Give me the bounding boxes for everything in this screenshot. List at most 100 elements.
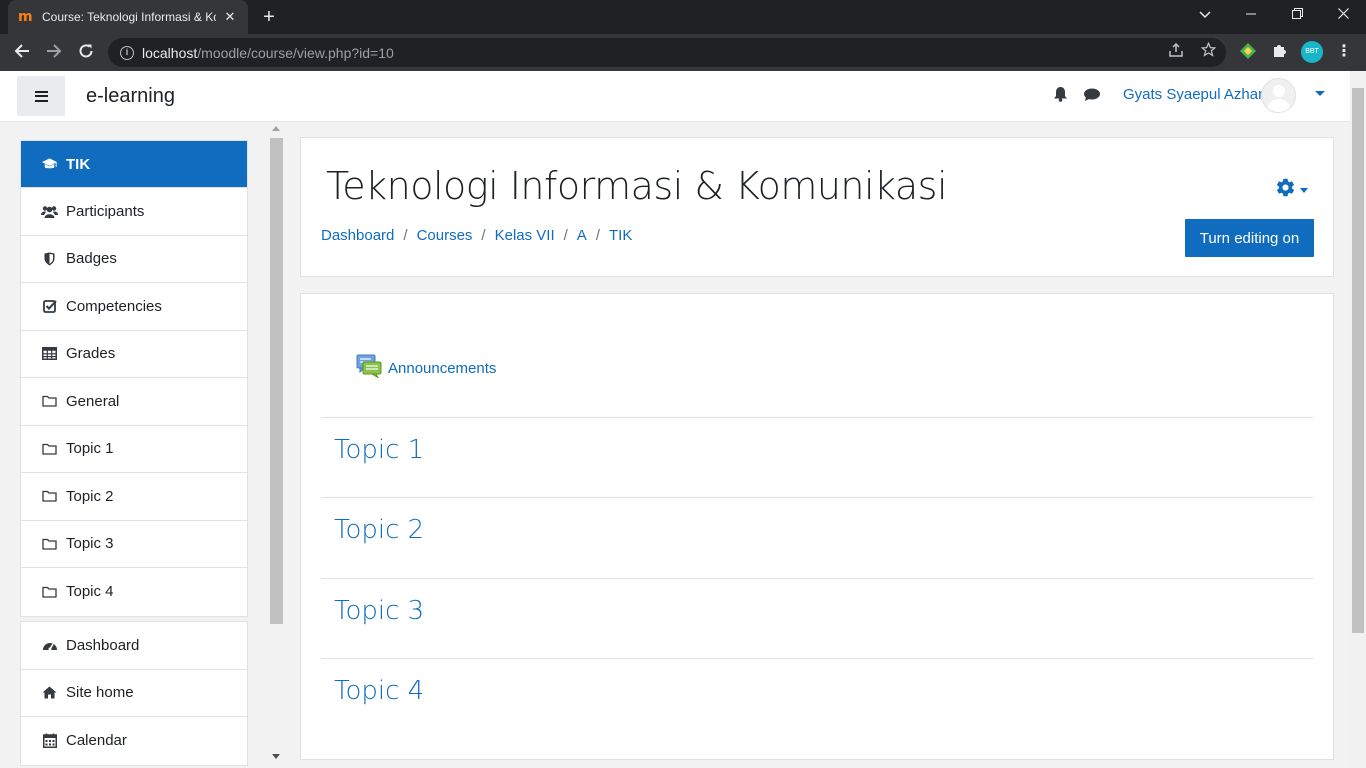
forum-icon xyxy=(356,354,382,383)
minimize-icon[interactable] xyxy=(1228,0,1274,30)
breadcrumb-tik[interactable]: TIK xyxy=(609,227,632,244)
breadcrumb-separator: / xyxy=(481,227,486,244)
course-section-topic-2: Topic 2 xyxy=(321,497,1313,578)
sidebar-item-label: Dashboard xyxy=(66,636,140,654)
window-close-icon[interactable] xyxy=(1320,0,1366,30)
drawer-scrollbar-thumb[interactable] xyxy=(270,138,283,624)
sidebar-item-general[interactable]: General xyxy=(21,378,247,426)
course-section-topic-4: Topic 4 xyxy=(321,658,1313,738)
sidebar-item-label: Topic 4 xyxy=(66,583,114,601)
user-menu-name[interactable]: Gyats Syaepul Azhar xyxy=(1123,86,1263,103)
browser-tab-bar: m Course: Teknologi Informasi & Ko ✕ + xyxy=(0,0,1366,34)
profile-avatar-icon[interactable]: BBT xyxy=(1301,41,1323,63)
breadcrumb-kelas-vii[interactable]: Kelas VII xyxy=(495,227,555,244)
section-title-link[interactable]: Topic 2 xyxy=(334,515,424,545)
back-arrow-icon[interactable] xyxy=(10,41,34,65)
messages-chat-icon[interactable] xyxy=(1082,86,1102,106)
section-title-link[interactable]: Topic 4 xyxy=(334,676,424,706)
table-icon xyxy=(41,347,58,361)
notification-bell-icon[interactable] xyxy=(1050,86,1070,106)
sidebar-item-label: Topic 1 xyxy=(66,440,114,458)
course-nav-list: TIK Participants Badges Competencies Gra… xyxy=(20,140,248,617)
hamburger-icon xyxy=(34,90,48,102)
extension-diamond-icon[interactable] xyxy=(1238,42,1258,62)
sidebar-item-label: TIK xyxy=(66,155,91,173)
sidebar-item-calendar[interactable]: Calendar xyxy=(21,717,247,765)
announcements-activity[interactable]: Announcements xyxy=(356,354,496,383)
breadcrumb-courses[interactable]: Courses xyxy=(417,227,473,244)
restore-icon[interactable] xyxy=(1274,0,1320,30)
site-info-icon[interactable]: i xyxy=(120,45,134,60)
sidebar-item-label: Site home xyxy=(66,684,134,702)
sidebar-item-grades[interactable]: Grades xyxy=(21,331,247,378)
forward-arrow-icon[interactable] xyxy=(42,41,66,65)
browser-toolbar: i localhost/moodle/course/view.php?id=10… xyxy=(0,34,1366,71)
sidebar-item-badges[interactable]: Badges xyxy=(21,236,247,283)
folder-icon xyxy=(41,395,58,407)
drawer-scrollbar[interactable] xyxy=(268,122,285,768)
sidebar-item-label: Topic 2 xyxy=(66,487,114,505)
shield-icon xyxy=(41,252,58,266)
course-section-topic-1: Topic 1 xyxy=(321,417,1313,498)
breadcrumb-separator: / xyxy=(595,227,600,244)
sidebar-item-label: General xyxy=(66,392,120,410)
tab-search-icon[interactable] xyxy=(1182,0,1228,30)
user-avatar[interactable] xyxy=(1261,78,1296,113)
sidebar-item-competencies[interactable]: Competencies xyxy=(21,283,247,331)
announcements-link[interactable]: Announcements xyxy=(388,360,496,377)
sidebar-item-label: Calendar xyxy=(66,732,127,750)
bookmark-star-icon[interactable] xyxy=(1198,38,1218,67)
tachometer-icon xyxy=(41,639,58,651)
calendar-icon xyxy=(41,733,58,749)
moodle-favicon-icon: m xyxy=(18,9,33,25)
page-title: Teknologi Informasi & Komunikasi xyxy=(326,164,948,208)
page-scrollbar-thumb[interactable] xyxy=(1352,88,1364,633)
drawer-toggle-button[interactable] xyxy=(17,76,65,116)
tab-close-icon[interactable]: ✕ xyxy=(222,9,238,25)
sidebar-item-topic-4[interactable]: Topic 4 xyxy=(21,568,247,616)
new-tab-button[interactable]: + xyxy=(258,6,280,28)
page-scrollbar[interactable] xyxy=(1350,71,1366,768)
share-icon[interactable] xyxy=(1166,38,1186,67)
sidebar-item-topic-2[interactable]: Topic 2 xyxy=(21,473,247,521)
course-actions-menu[interactable] xyxy=(1275,178,1315,202)
scroll-up-arrow-icon[interactable] xyxy=(272,126,280,131)
folder-icon xyxy=(41,443,58,455)
url-host: localhost xyxy=(142,44,198,61)
user-menu-caret-icon[interactable] xyxy=(1315,91,1325,96)
sidebar-item-course-tik[interactable]: TIK xyxy=(21,141,247,188)
address-bar[interactable]: i localhost/moodle/course/view.php?id=10 xyxy=(108,38,1226,67)
course-section-topic-3: Topic 3 xyxy=(321,578,1313,658)
site-brand[interactable]: e-learning xyxy=(86,85,175,108)
breadcrumb: Dashboard / Courses / Kelas VII / A / TI… xyxy=(321,227,632,244)
course-content: Announcements Topic 1 Topic 2 Topic 3 To… xyxy=(300,293,1334,760)
folder-icon xyxy=(41,586,58,598)
url-path: /moodle/course/view.php?id=10 xyxy=(197,44,394,61)
sidebar-item-topic-1[interactable]: Topic 1 xyxy=(21,426,247,473)
section-title-link[interactable]: Topic 1 xyxy=(334,435,424,465)
sidebar-item-label: Competencies xyxy=(66,297,162,315)
reload-icon[interactable] xyxy=(74,41,98,65)
users-icon xyxy=(41,205,58,218)
sidebar-item-participants[interactable]: Participants xyxy=(21,188,247,236)
graduation-cap-icon xyxy=(41,157,58,171)
section-title-link[interactable]: Topic 3 xyxy=(334,596,424,626)
extensions-puzzle-icon[interactable] xyxy=(1270,42,1290,62)
sidebar-item-dashboard[interactable]: Dashboard xyxy=(21,622,247,670)
turn-editing-on-button[interactable]: Turn editing on xyxy=(1185,219,1314,257)
sidebar-item-label: Grades xyxy=(66,345,116,363)
browser-tab[interactable]: m Course: Teknologi Informasi & Ko ✕ xyxy=(8,0,248,34)
nav-drawer: TIK Participants Badges Competencies Gra… xyxy=(0,122,285,768)
scroll-down-arrow-icon[interactable] xyxy=(272,754,280,759)
breadcrumb-dashboard[interactable]: Dashboard xyxy=(321,227,394,244)
sidebar-item-label: Topic 3 xyxy=(66,535,114,553)
breadcrumb-a[interactable]: A xyxy=(577,227,587,244)
folder-icon xyxy=(41,490,58,502)
sidebar-item-site-home[interactable]: Site home xyxy=(21,670,247,717)
folder-icon xyxy=(41,538,58,550)
check-square-icon xyxy=(41,299,58,314)
browser-menu-icon[interactable]: ⋮ xyxy=(1336,42,1352,62)
gear-icon xyxy=(1275,177,1296,203)
breadcrumb-separator: / xyxy=(563,227,568,244)
sidebar-item-topic-3[interactable]: Topic 3 xyxy=(21,521,247,568)
